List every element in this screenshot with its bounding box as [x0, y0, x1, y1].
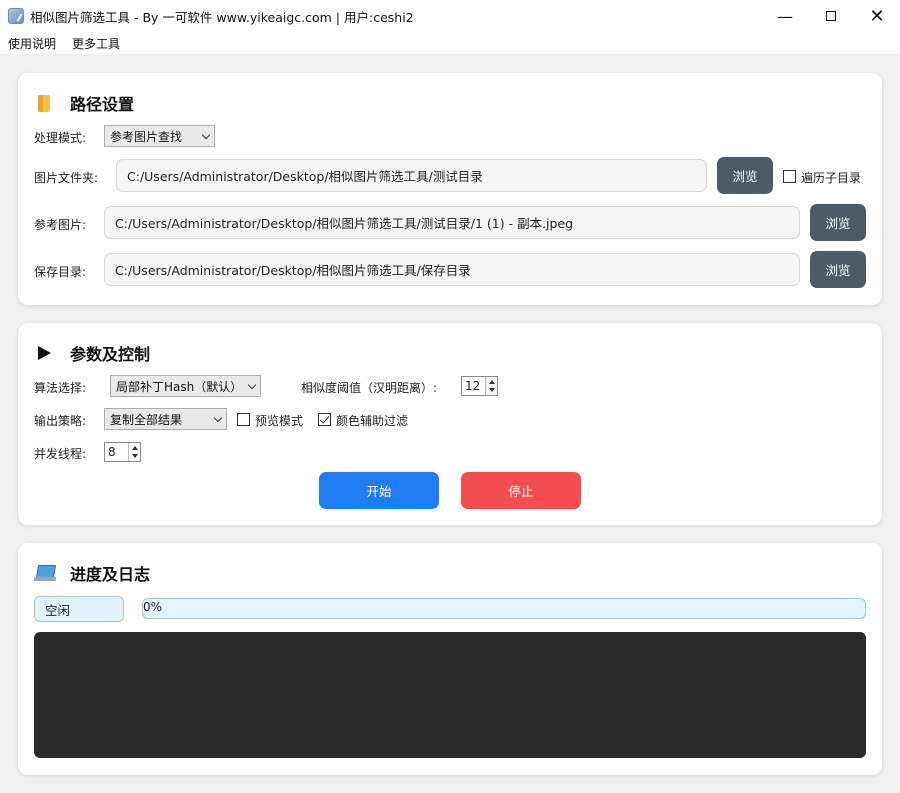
save-dir-label: 保存目录:: [34, 265, 87, 279]
menu-item-help[interactable]: 使用说明: [0, 35, 64, 52]
stepper-arrows-icon[interactable]: [128, 443, 140, 461]
threshold-label: 相似度阈值（汉明距离）:: [301, 381, 438, 395]
close-icon: ✕: [869, 5, 885, 27]
output-label: 输出策略:: [34, 414, 87, 428]
path-settings-title: 路径设置: [70, 95, 135, 114]
chevron-down-icon: [213, 413, 223, 423]
threshold-value: 12: [465, 379, 481, 393]
progress-card: 进度及日志 空闲 0%: [18, 543, 882, 775]
preview-checkbox[interactable]: [237, 413, 250, 426]
threads-stepper[interactable]: 8: [104, 442, 141, 462]
stop-button[interactable]: 停止: [461, 472, 581, 509]
chevron-down-icon: [247, 380, 257, 390]
algo-select[interactable]: 局部补丁Hash（默认）: [110, 375, 261, 397]
menu-bar: 使用说明 更多工具: [0, 32, 900, 54]
params-card: 参数及控制 算法选择: 局部补丁Hash（默认） 相似度阈值（汉明距离）: 12…: [18, 323, 882, 525]
maximize-icon: [826, 11, 836, 21]
mode-label: 处理模式:: [34, 131, 87, 145]
save-dir-browse-button[interactable]: 浏览: [810, 251, 866, 288]
log-area[interactable]: [34, 632, 866, 758]
folder-browse-button[interactable]: 浏览: [717, 157, 773, 194]
minimize-button[interactable]: —: [762, 0, 808, 32]
recursive-checkbox[interactable]: [783, 170, 796, 183]
laptop-icon: [34, 563, 56, 583]
app-icon: [8, 8, 24, 24]
close-button[interactable]: ✕: [854, 0, 900, 32]
title-bar: 相似图片筛选工具 - By 一可软件 www.yikeaigc.com | 用户…: [0, 0, 900, 32]
folder-icon: [34, 93, 56, 113]
threads-value: 8: [108, 445, 116, 459]
threshold-stepper[interactable]: 12: [461, 376, 498, 396]
params-title: 参数及控制: [70, 345, 151, 364]
window-title: 相似图片筛选工具 - By 一可软件 www.yikeaigc.com | 用户…: [30, 9, 414, 25]
maximize-button[interactable]: [808, 0, 854, 32]
minimize-icon: —: [777, 6, 793, 26]
algo-label: 算法选择:: [34, 381, 87, 395]
progress-title: 进度及日志: [70, 565, 151, 584]
color-filter-label: 颜色辅助过滤: [336, 414, 409, 428]
color-filter-checkbox[interactable]: [318, 413, 331, 426]
mode-select[interactable]: 参考图片查找: [104, 125, 215, 147]
ref-image-label: 参考图片:: [34, 218, 87, 232]
progress-bar: 0%: [142, 598, 866, 619]
folder-label: 图片文件夹:: [34, 171, 99, 185]
preview-label: 预览模式: [255, 414, 304, 428]
start-button[interactable]: 开始: [319, 472, 439, 509]
path-settings-header: 路径设置: [34, 91, 134, 115]
threads-label: 并发线程:: [34, 447, 87, 461]
save-dir-input[interactable]: C:/Users/Administrator/Desktop/相似图片筛选工具/…: [104, 253, 800, 286]
play-icon: [34, 343, 56, 363]
progress-header: 进度及日志: [34, 561, 150, 585]
ref-image-input[interactable]: C:/Users/Administrator/Desktop/相似图片筛选工具/…: [104, 206, 800, 239]
params-header: 参数及控制: [34, 341, 150, 365]
path-settings-card: 路径设置 处理模式: 参考图片查找 图片文件夹: C:/Users/Admini…: [18, 73, 882, 305]
folder-path-input[interactable]: C:/Users/Administrator/Desktop/相似图片筛选工具/…: [116, 159, 707, 192]
output-select[interactable]: 复制全部结果: [104, 408, 227, 430]
stepper-arrows-icon[interactable]: [485, 377, 497, 395]
mode-select-value: 参考图片查找: [110, 129, 183, 144]
status-badge: 空闲: [34, 596, 124, 622]
ref-image-browse-button[interactable]: 浏览: [810, 204, 866, 241]
algo-select-value: 局部补丁Hash（默认）: [116, 379, 243, 394]
output-select-value: 复制全部结果: [110, 412, 183, 427]
progress-percent: 0%: [143, 600, 163, 614]
menu-item-more-tools[interactable]: 更多工具: [64, 35, 128, 52]
recursive-label: 遍历子目录: [801, 171, 862, 185]
chevron-down-icon: [201, 130, 211, 140]
main-content: 路径设置 处理模式: 参考图片查找 图片文件夹: C:/Users/Admini…: [0, 54, 900, 793]
